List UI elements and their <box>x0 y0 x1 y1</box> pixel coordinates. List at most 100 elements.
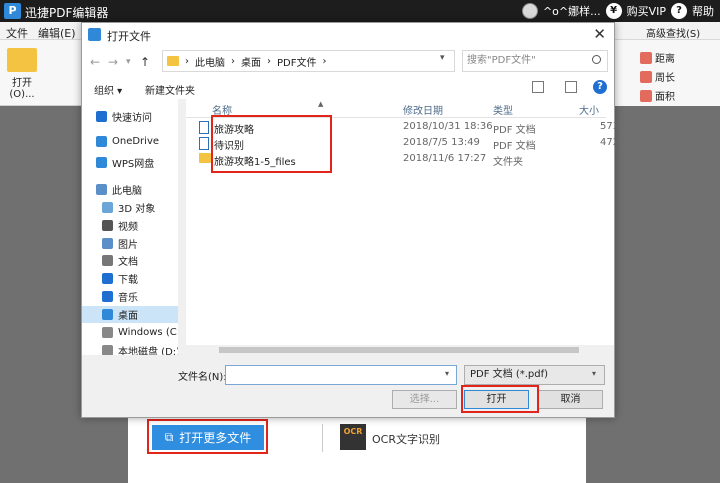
file-size: 573 <box>600 121 620 132</box>
nav-scrollbar[interactable] <box>178 99 185 355</box>
address-dropdown-icon[interactable]: ▾ <box>440 53 445 63</box>
distance-label: 距离 <box>655 54 675 65</box>
chevron-down-icon[interactable]: ▾ <box>592 369 596 378</box>
menu-edit[interactable]: 编辑(E) <box>38 25 76 41</box>
download-icon <box>102 273 113 284</box>
column-type[interactable]: 类型 <box>493 102 513 117</box>
search-input[interactable]: 搜索"PDF文件" <box>462 50 608 72</box>
folder-open-icon <box>7 48 37 72</box>
video-icon <box>102 220 113 231</box>
help-icon[interactable]: ? <box>671 3 687 19</box>
nav-item-label: 文档 <box>118 257 138 268</box>
yen-icon[interactable]: ¥ <box>605 3 622 19</box>
nav-item[interactable]: 音乐 <box>82 288 185 305</box>
filetype-select[interactable]: PDF 文档 (*.pdf) <box>464 365 605 385</box>
recent-chevron-icon[interactable]: ▾ <box>126 57 131 67</box>
nav-item[interactable]: 快速访问 <box>82 108 185 125</box>
dialog-toolbar: 组织 ▾ 新建文件夹 ? <box>82 77 614 99</box>
nav-item[interactable]: 桌面 <box>82 306 185 323</box>
area-tool[interactable]: 面积 <box>640 88 675 103</box>
nav-item[interactable]: 视频 <box>82 217 185 234</box>
nav-item[interactable]: 下载 <box>82 270 185 287</box>
app-logo-icon: P <box>4 3 21 19</box>
pdf-file-icon <box>199 121 209 134</box>
perimeter-label: 周长 <box>655 73 675 84</box>
computer-icon <box>96 184 107 195</box>
scrollbar-thumb[interactable] <box>219 347 579 353</box>
open-button-label: 打开(O)... <box>9 78 35 100</box>
back-icon[interactable]: ← <box>90 55 100 69</box>
cloud-icon <box>96 136 107 147</box>
breadcrumb-sep: › <box>322 55 327 67</box>
folder-icon <box>199 153 211 163</box>
perimeter-tool[interactable]: 周长 <box>640 69 675 84</box>
nav-item-label: 下载 <box>118 275 138 286</box>
preview-pane-icon[interactable] <box>565 81 577 93</box>
music-icon <box>102 291 113 302</box>
area-icon <box>640 89 652 102</box>
breadcrumb-this-pc[interactable]: 此电脑 <box>195 54 225 69</box>
distance-tool[interactable]: 距离 <box>640 50 675 65</box>
perimeter-icon <box>640 70 652 83</box>
nav-item[interactable]: OneDrive <box>82 133 185 150</box>
nav-item-label: 3D 对象 <box>118 204 156 215</box>
breadcrumb-desktop[interactable]: 桌面 <box>241 54 261 69</box>
ocr-label[interactable]: OCR文字识别 <box>372 431 440 447</box>
help-link[interactable]: 帮助 <box>692 3 714 19</box>
dialog-title: 打开文件 <box>107 30 151 43</box>
drive-icon <box>102 327 113 338</box>
cancel-button[interactable]: 取消 <box>538 390 603 409</box>
picture-icon <box>102 238 113 249</box>
nav-item-label: WPS网盘 <box>112 159 155 170</box>
nav-item[interactable]: 3D 对象 <box>82 199 185 216</box>
buy-vip-link[interactable]: 购买VIP <box>627 3 666 19</box>
file-type: PDF 文档 <box>493 125 536 136</box>
nav-item[interactable]: 文档 <box>82 252 185 269</box>
ruler-icon <box>640 51 652 64</box>
document-icon <box>102 255 113 266</box>
nav-item[interactable]: 此电脑 <box>82 181 185 198</box>
nav-item-label: 桌面 <box>118 311 138 322</box>
filename-label: 文件名(N): <box>178 372 227 383</box>
ocr-icon[interactable]: OCR <box>340 424 366 450</box>
close-icon[interactable]: ✕ <box>593 25 606 43</box>
organize-button[interactable]: 组织 ▾ <box>94 82 122 97</box>
chevron-down-icon[interactable]: ▾ <box>445 369 449 378</box>
advanced-search-button[interactable]: 高级查找(S) <box>646 25 700 40</box>
open-button[interactable]: 打开(O)... <box>2 44 42 100</box>
column-date[interactable]: 修改日期 <box>403 102 443 117</box>
app-name: 迅捷PDF编辑器 <box>25 6 109 20</box>
nav-item[interactable]: 图片 <box>82 235 185 252</box>
file-type: 文件夹 <box>493 157 523 168</box>
file-date: 2018/11/6 17:27 <box>403 153 487 164</box>
breadcrumb-pdf-folder[interactable]: PDF文件 <box>277 54 316 69</box>
cube-icon <box>102 202 113 213</box>
view-options-icon[interactable] <box>532 81 544 93</box>
address-row: ← → ▾ ↑ › 此电脑 › 桌面 › PDF文件 › ▾ 搜索"PDF文件" <box>82 47 614 77</box>
help-icon[interactable]: ? <box>593 80 607 94</box>
breadcrumb-sep: › <box>267 55 271 67</box>
new-folder-button[interactable]: 新建文件夹 <box>145 82 195 97</box>
select-button[interactable]: 选择... <box>392 390 457 409</box>
divider <box>322 424 323 452</box>
forward-icon[interactable]: → <box>108 55 118 69</box>
menu-file[interactable]: 文件 <box>6 25 28 41</box>
nav-item-label: 视频 <box>118 222 138 233</box>
address-bar[interactable]: › 此电脑 › 桌面 › PDF文件 › <box>162 50 455 72</box>
column-size[interactable]: 大小 <box>579 102 599 117</box>
search-icon <box>592 55 601 64</box>
desktop-icon <box>102 309 113 320</box>
filename-input[interactable] <box>225 365 457 385</box>
highlight-files <box>211 115 332 173</box>
nav-item[interactable]: WPS网盘 <box>82 154 185 171</box>
nav-item[interactable]: Windows (C:) <box>82 324 185 341</box>
dialog-title-bar: 打开文件 ✕ <box>82 23 614 47</box>
nav-item-label: 快速访问 <box>112 113 152 124</box>
file-type: PDF 文档 <box>493 141 536 152</box>
highlight-open-button <box>461 385 539 413</box>
nav-item-label: 此电脑 <box>112 186 142 197</box>
user-name[interactable]: ^o^娜样... <box>543 3 601 19</box>
nav-item-label: 图片 <box>118 240 138 251</box>
up-icon[interactable]: ↑ <box>140 55 150 69</box>
user-avatar[interactable] <box>521 3 538 19</box>
